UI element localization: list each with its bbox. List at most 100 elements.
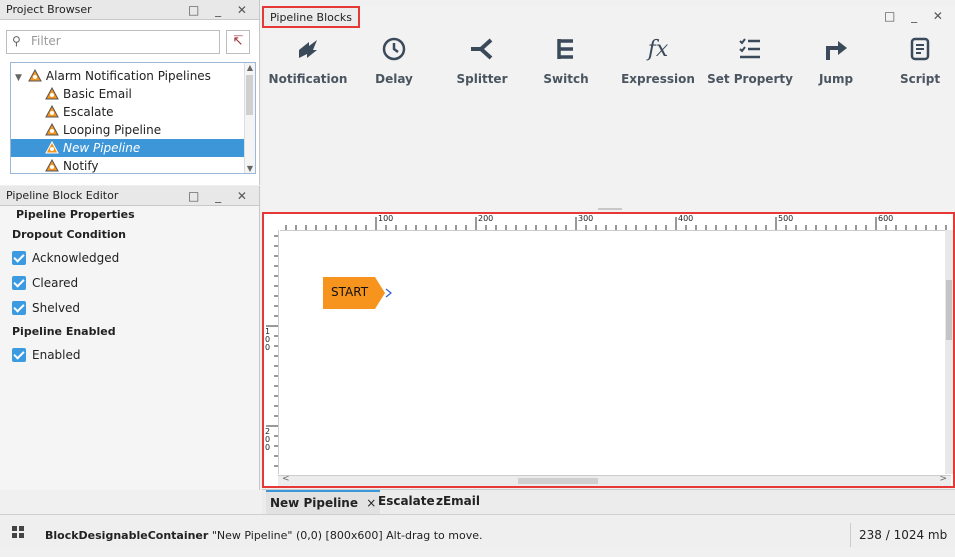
tab-zemail[interactable]: zEmail (436, 490, 480, 512)
block-editor-title: Pipeline Block Editor (6, 189, 119, 202)
start-block[interactable]: START (323, 277, 392, 309)
checkbox-label: Enabled (32, 348, 81, 362)
tree-node[interactable]: Escalate (45, 103, 114, 121)
scroll-thumb[interactable] (246, 75, 253, 115)
filter-options-button[interactable]: ↸ (226, 30, 250, 54)
acknowledged-checkbox[interactable]: Acknowledged (12, 248, 119, 268)
checkbox-checked-icon[interactable] (12, 301, 26, 315)
ruler-label: 100 (378, 214, 394, 223)
notification-icon (268, 34, 348, 64)
panel-resize-handle[interactable] (598, 208, 622, 210)
splitter-block-button[interactable]: Splitter (442, 34, 522, 98)
tree-node-label: New Pipeline (63, 141, 141, 155)
switch-block-button[interactable]: Switch (526, 34, 606, 98)
panel-window-controls[interactable]: □ _ ✕ (188, 186, 253, 206)
scroll-thumb[interactable] (518, 478, 598, 484)
canvas-horizontal-scrollbar[interactable]: < > (278, 474, 951, 486)
pipeline-canvas[interactable]: 100 200 300 400 500 600 100 200 START < (262, 212, 955, 488)
tree-node-label: Notify (63, 159, 99, 173)
pipeline-blocks-title: Pipeline Blocks (262, 6, 361, 28)
ruler-label: 200 (265, 427, 271, 452)
tree-node-root[interactable]: ▼ Alarm Notification Pipelines (15, 67, 211, 85)
tree-node-label: Basic Email (63, 87, 132, 101)
notification-block-button[interactable]: Notification (268, 34, 348, 98)
checkbox-label: Acknowledged (32, 251, 120, 265)
document-tabs: New Pipeline × Escalate zEmail (262, 489, 955, 514)
script-icon (880, 34, 955, 64)
ruler-label: 200 (478, 214, 494, 223)
status-bar: BlockDesignableContainer "New Pipeline" … (0, 514, 955, 547)
scroll-left-icon[interactable]: < (282, 474, 290, 484)
pipeline-icon (28, 69, 42, 82)
tree-node-label: Escalate (63, 105, 114, 119)
tree-node-label: Alarm Notification Pipelines (45, 69, 211, 83)
scroll-down-icon[interactable]: ▼ (245, 164, 255, 173)
tab-label: zEmail (436, 494, 481, 508)
cleared-checkbox[interactable]: Cleared (12, 273, 78, 293)
project-browser-title-bar: Project Browser □ _ ✕ (0, 0, 259, 20)
block-label: Jump (818, 72, 854, 86)
properties-section-header: Pipeline Properties (6, 208, 253, 222)
close-icon[interactable]: × (366, 496, 376, 510)
tree-node-label: Looping Pipeline (63, 123, 162, 137)
switch-icon (526, 34, 606, 64)
ruler-label: 500 (778, 214, 794, 223)
checkbox-checked-icon[interactable] (12, 251, 26, 265)
jump-block-button[interactable]: Jump (796, 34, 876, 98)
tree-node[interactable]: Looping Pipeline (45, 121, 161, 139)
expand-triangle-icon[interactable]: ▼ (15, 73, 22, 83)
checkbox-checked-icon[interactable] (12, 348, 26, 362)
pipeline-tree: ▼ Alarm Notification Pipelines Basic Emai… (10, 62, 256, 174)
horizontal-ruler: 100 200 300 400 500 600 (280, 214, 951, 231)
enabled-checkbox[interactable]: Enabled (12, 345, 81, 365)
search-icon: ⚲ (12, 34, 21, 48)
fx-icon: fx (647, 36, 669, 62)
scroll-thumb[interactable] (946, 280, 952, 340)
grid-icon[interactable] (12, 526, 24, 538)
jump-arrow-icon (796, 34, 876, 64)
tab-new-pipeline[interactable]: New Pipeline × (266, 490, 381, 514)
canvas-vertical-scrollbar[interactable] (945, 230, 953, 474)
filter-placeholder: Filter (31, 34, 61, 48)
pipeline-enabled-label: Pipeline Enabled (12, 325, 116, 338)
project-browser-title: Project Browser (6, 3, 92, 16)
block-label: Script (899, 72, 941, 86)
set-property-block-button[interactable]: Set Property (702, 34, 798, 98)
block-editor-panel: Pipeline Block Editor □ _ ✕ Pipeline Pro… (0, 186, 260, 490)
block-label: Expression (621, 72, 695, 86)
clock-icon (354, 34, 434, 64)
status-detail: "New Pipeline" (0,0) [800x600] Alt-drag … (211, 529, 483, 542)
ruler-label: 100 (265, 327, 271, 352)
script-block-button[interactable]: Script (880, 34, 955, 98)
expression-block-button[interactable]: fx Expression (618, 34, 698, 98)
splitter-icon (442, 34, 522, 64)
scroll-right-icon[interactable]: > (939, 474, 947, 484)
checkbox-checked-icon[interactable] (12, 276, 26, 290)
block-label: Set Property (707, 72, 793, 86)
pipeline-blocks-panel: Pipeline Blocks □ _ ✕ Notification Delay… (262, 6, 955, 212)
tree-node[interactable]: Basic Email (45, 85, 132, 103)
panel-window-controls[interactable]: □ _ ✕ (884, 9, 949, 23)
filter-options-icon: ↸ (232, 34, 244, 49)
checklist-icon (702, 34, 798, 64)
tab-label: Escalate (378, 494, 435, 508)
pipeline-icon (45, 87, 59, 100)
panel-window-controls[interactable]: □ _ ✕ (188, 0, 253, 20)
tree-node[interactable]: Notify (45, 157, 99, 173)
tab-escalate[interactable]: Escalate (378, 490, 435, 512)
start-label: START (331, 285, 369, 299)
memory-usage: 238 / 1024 mb (850, 523, 947, 547)
filter-input[interactable]: ⚲ Filter (6, 30, 220, 54)
pipeline-icon (45, 159, 59, 172)
ruler-label: 300 (578, 214, 594, 223)
delay-block-button[interactable]: Delay (354, 34, 434, 98)
tree-node-selected[interactable]: New Pipeline (11, 139, 245, 157)
block-label: Switch (543, 72, 589, 86)
shelved-checkbox[interactable]: Shelved (12, 298, 80, 318)
pipeline-icon (45, 123, 59, 136)
scroll-up-icon[interactable]: ▲ (245, 63, 255, 72)
tree-scrollbar[interactable]: ▲ ▼ (244, 63, 255, 173)
pipeline-icon (45, 141, 59, 154)
status-component: BlockDesignableContainer (45, 529, 209, 542)
block-editor-title-bar: Pipeline Block Editor □ _ ✕ (0, 186, 259, 206)
